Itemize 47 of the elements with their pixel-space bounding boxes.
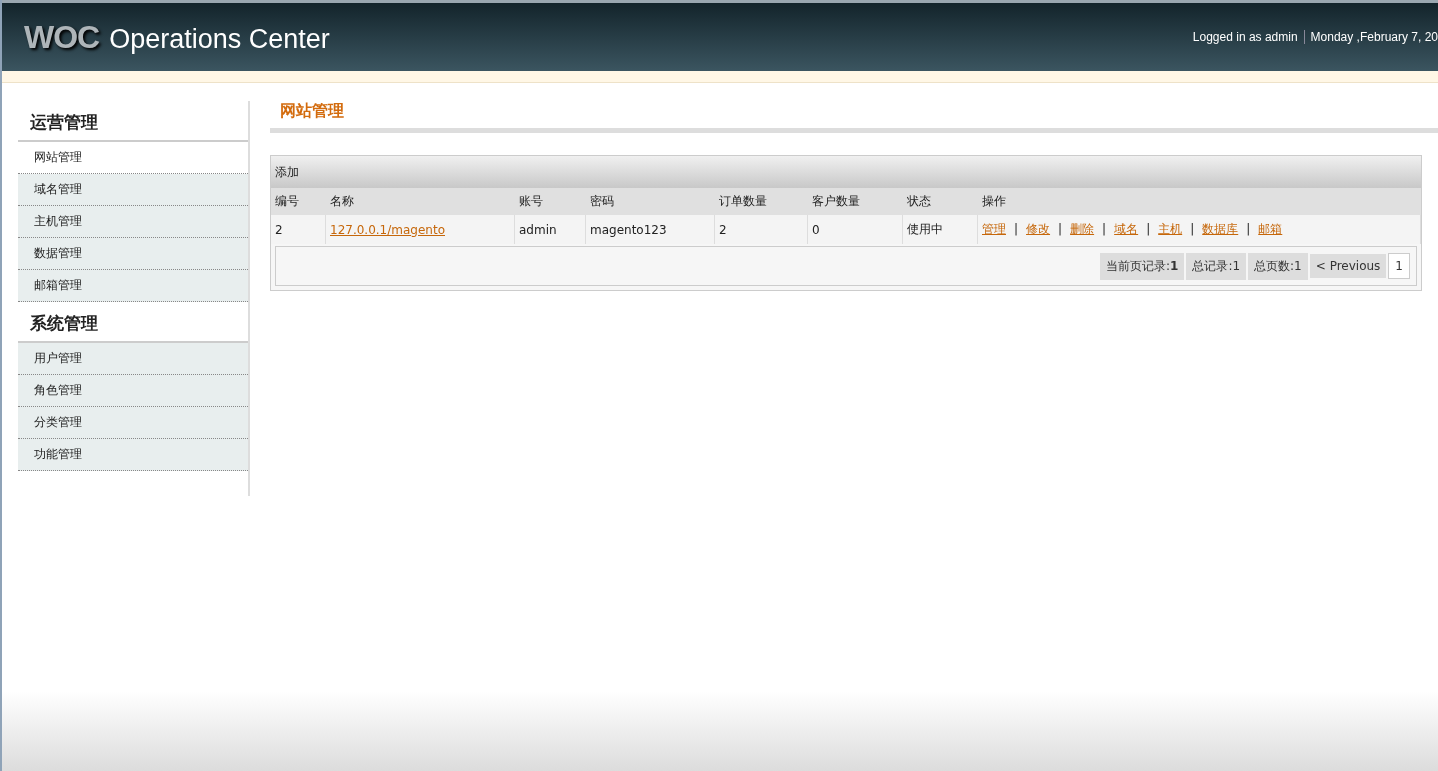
column-header: 账号 [514, 188, 586, 215]
table-cell: 0 [807, 215, 903, 244]
column-header: 名称 [325, 188, 515, 215]
column-header: 密码 [585, 188, 715, 215]
column-header: 操作 [977, 188, 1421, 215]
action-link[interactable]: 域名 [1114, 222, 1139, 236]
column-header: 状态 [902, 188, 978, 215]
table-cell: magento123 [585, 215, 715, 244]
action-link[interactable]: 数据库 [1202, 222, 1239, 236]
sidebar-item[interactable]: 邮箱管理 [18, 270, 248, 302]
page-title: 网站管理 [280, 101, 344, 120]
action-link[interactable]: 修改 [1026, 222, 1051, 236]
total-pages: 总页数:1 [1248, 252, 1308, 280]
sidebar-item[interactable]: 用户管理 [18, 343, 248, 375]
login-status: Logged in as admin [1192, 30, 1298, 44]
total-records: 总记录:1 [1186, 252, 1247, 280]
action-link[interactable]: 管理 [982, 222, 1006, 236]
separator-text: | [1190, 222, 1195, 236]
sidebar-item[interactable]: 主机管理 [18, 206, 248, 238]
table-cell: 2 [714, 215, 808, 244]
table-cell: 2 [271, 215, 326, 244]
sidebar-item[interactable]: 分类管理 [18, 407, 248, 439]
table-cell: admin [514, 215, 586, 244]
add-link[interactable]: 添加 [275, 163, 299, 181]
column-header: 编号 [271, 188, 326, 215]
sidebar-item[interactable]: 域名管理 [18, 174, 248, 206]
separator-text: | [1246, 222, 1251, 236]
sidebar-item[interactable]: 功能管理 [18, 439, 248, 471]
action-link[interactable]: 删除 [1070, 222, 1095, 236]
column-header: 订单数量 [714, 188, 808, 215]
separator-text: | [1014, 222, 1019, 236]
logo-text: WOC [24, 18, 100, 56]
date-text: Monday ,February 7, 20 [1310, 30, 1438, 44]
separator-text: | [1102, 222, 1107, 236]
current-records: 当前页记录:1 [1100, 252, 1185, 280]
previous-button[interactable]: < Previous [1309, 254, 1387, 278]
sidebar-item[interactable]: 角色管理 [18, 375, 248, 407]
page-button[interactable]: 1 [1388, 253, 1410, 279]
separator-text: | [1146, 222, 1151, 236]
table-cell: 使用中 [902, 215, 978, 244]
column-header: 客户数量 [807, 188, 903, 215]
app-title: Operations Center [109, 23, 330, 55]
separator-text: | [1058, 222, 1063, 236]
action-link[interactable]: 主机 [1158, 222, 1183, 236]
action-link[interactable]: 邮箱 [1258, 222, 1283, 236]
sidebar-item[interactable]: 数据管理 [18, 238, 248, 270]
site-link[interactable]: 127.0.0.1/magento [330, 222, 445, 237]
